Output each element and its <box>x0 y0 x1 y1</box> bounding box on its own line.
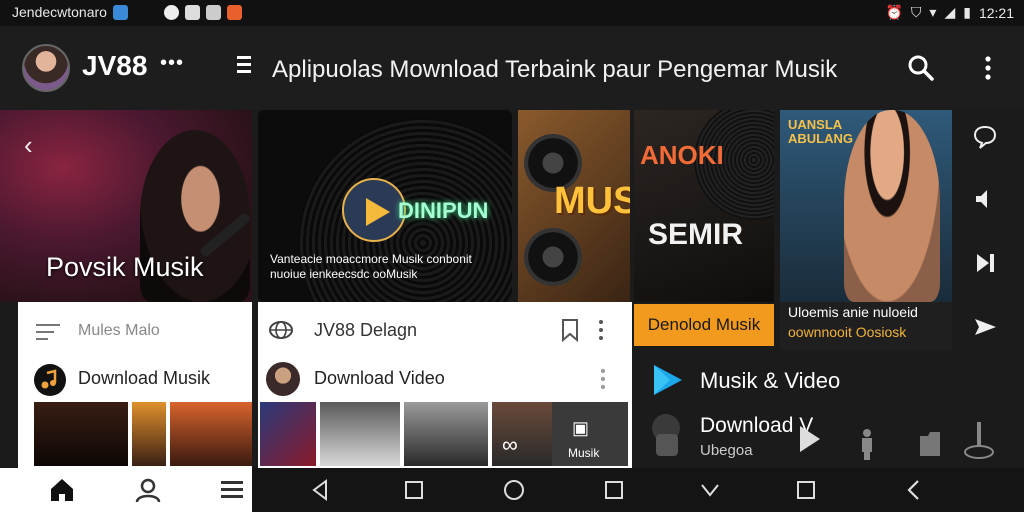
download-video-link[interactable]: Download V <box>700 414 813 438</box>
status-time: 12:21 <box>978 4 1014 21</box>
video-thumbnail[interactable]: ∞ ▣ Musik <box>492 402 628 466</box>
shield-icon: ⛉ <box>910 4 922 20</box>
joystick-icon[interactable] <box>962 418 996 460</box>
notification-icon <box>163 4 179 20</box>
battery-icon: ▮ <box>963 4 971 20</box>
hero-title: ANOKI <box>640 140 724 170</box>
globe-icon <box>268 320 294 340</box>
chevron-down-icon[interactable] <box>696 476 724 504</box>
section-title: Musik & Video <box>700 368 841 393</box>
back-icon[interactable] <box>900 476 928 504</box>
video-thumbnail[interactable] <box>260 402 316 466</box>
status-app-text: Jendecwtonaro <box>12 4 107 20</box>
hero-card-vinyl[interactable]: DINIPUN Vanteacie moaccmore Musik conbon… <box>258 110 512 302</box>
download-music-link[interactable]: Download Musik <box>78 368 210 389</box>
status-left: Jendecwtonaro <box>12 4 242 20</box>
artist-image <box>844 110 940 302</box>
profile-icon[interactable] <box>134 476 162 504</box>
chat-icon: ▣ <box>572 418 590 438</box>
bottom-nav <box>0 468 252 512</box>
home-icon[interactable] <box>48 476 76 504</box>
caption-line: Uloemis anie nuloeid <box>788 304 918 320</box>
hero-caption: Vanteacie moaccmore Musik conbonit nuoiu… <box>270 252 472 281</box>
concert-thumbnail[interactable] <box>34 402 128 466</box>
message-notification-icon <box>205 4 221 20</box>
hero-logo-text: UANSLA ABULANG <box>788 117 853 146</box>
hero-brand-text: DINIPUN <box>398 198 489 223</box>
music-card: Mules Malo Download Musik <box>18 302 252 468</box>
signal-icon: ◢ <box>944 4 956 20</box>
hero-card-guitar[interactable]: ANOKI SEMIR <box>634 110 774 302</box>
overview-icon[interactable] <box>400 476 428 504</box>
download-notification-icon <box>226 4 242 20</box>
search-icon[interactable] <box>906 53 936 83</box>
system-nav-bar <box>252 468 1024 512</box>
overview-icon[interactable] <box>792 476 820 504</box>
chevron-left-icon[interactable]: ‹ <box>24 130 33 161</box>
card-title: JV88 Delagn <box>314 320 418 340</box>
back-icon[interactable] <box>306 476 334 504</box>
sub-label: Ubegoa <box>700 442 753 459</box>
download-video-link[interactable]: Download Video <box>314 368 445 389</box>
hero-card-speakers[interactable]: MUSI <box>518 110 630 302</box>
more-vert-icon[interactable] <box>978 53 998 83</box>
page-title: Aplipuolas Mownload Terbaink paur Pengem… <box>272 56 838 83</box>
hero-music-text: MUSI <box>554 180 630 222</box>
menu-icon[interactable] <box>237 56 251 74</box>
wifi-icon: ▾ <box>929 4 937 20</box>
video-card: JV88 Delagn Download Video ∞ ▣ Musik <box>258 302 632 468</box>
lock-icon <box>656 434 678 456</box>
caption-line: oownnooit Oosiosk <box>788 324 907 340</box>
link-icon: ∞ <box>502 432 518 457</box>
music-note-icon <box>34 364 66 396</box>
avatar <box>266 362 300 396</box>
volume-icon[interactable] <box>972 186 998 212</box>
hero-artist-caption: Uloemis anie nuloeid oownnooit Oosiosk <box>780 302 952 350</box>
bookmark-icon[interactable] <box>560 318 580 347</box>
more-vert-icon[interactable] <box>596 318 606 347</box>
alarm-icon: ⏰ <box>885 4 903 20</box>
home-circle-icon[interactable] <box>500 476 528 504</box>
folder-icon[interactable] <box>918 430 942 458</box>
skip-next-icon[interactable] <box>972 250 998 276</box>
download-music-button[interactable]: Denolod Musik <box>634 304 774 346</box>
video-thumbnail[interactable] <box>320 402 400 466</box>
thumb-label: Musik <box>568 446 600 460</box>
concert-thumbnail[interactable] <box>170 402 252 466</box>
chat-icon[interactable] <box>972 124 998 150</box>
hero-card-singer[interactable]: ‹ Povsik Musik <box>0 110 252 302</box>
hero-subtitle: SEMIR <box>648 218 744 251</box>
brand-name: JV88 <box>82 50 148 81</box>
play-store-icon[interactable] <box>650 362 686 398</box>
concert-thumbnail[interactable] <box>132 402 166 466</box>
person-icon[interactable] <box>860 428 874 460</box>
send-icon[interactable] <box>972 314 998 340</box>
app-screen: Jendecwtonaro ⏰ ⛉ ▾ ◢ ▮ 12:21 JV88 ••• A… <box>0 0 1024 512</box>
gallery-notification-icon <box>184 4 200 20</box>
avatar[interactable] <box>22 44 70 92</box>
library-icon[interactable] <box>218 478 246 506</box>
menu-label: Mules Malo <box>78 322 160 339</box>
speaker-image <box>524 228 582 286</box>
overview-icon[interactable] <box>600 476 628 504</box>
hero-label: Povsik Musik <box>46 252 204 282</box>
status-bar: Jendecwtonaro ⏰ ⛉ ▾ ◢ ▮ 12:21 <box>0 0 1024 26</box>
app-bar: JV88 ••• Aplipuolas Mownload Terbaink pa… <box>0 26 1024 110</box>
list-icon <box>36 324 60 340</box>
play-logo-icon[interactable] <box>342 178 406 242</box>
app-notification-icon <box>112 4 128 20</box>
more-vert-icon[interactable] <box>598 368 608 395</box>
play-icon[interactable] <box>798 424 822 459</box>
hero-card-artist[interactable]: UANSLA ABULANG <box>780 110 952 302</box>
status-right: ⏰ ⛉ ▾ ◢ ▮ 12:21 <box>885 4 1014 21</box>
brand-menu-button[interactable]: ••• <box>160 52 184 75</box>
video-thumbnail[interactable] <box>404 402 488 466</box>
